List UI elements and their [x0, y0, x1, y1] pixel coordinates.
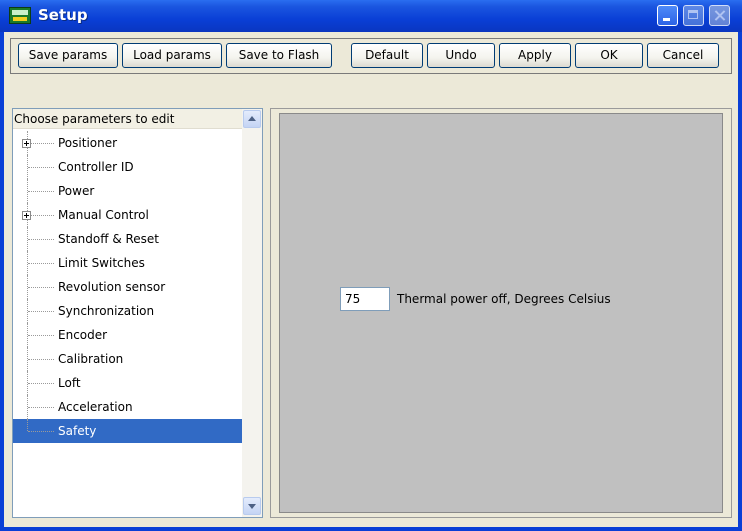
client-area: Save params Load params Save to Flash De… [4, 32, 738, 527]
parameter-tree[interactable]: Choose parameters to edit Positioner Cont… [12, 108, 263, 518]
tree-item[interactable]: Revolution sensor [13, 275, 242, 299]
tree-item-label: Controller ID [58, 160, 134, 174]
toolbar: Save params Load params Save to Flash De… [10, 38, 732, 74]
tree-item-label: Standoff & Reset [58, 232, 160, 246]
tree-connector [28, 239, 54, 240]
apply-button[interactable]: Apply [499, 43, 571, 68]
parameter-panel-frame [270, 108, 732, 518]
tree-item[interactable]: Loft [13, 371, 242, 395]
tree-item-label: Acceleration [58, 400, 133, 414]
thermal-power-off-label: Thermal power off, Degrees Celsius [397, 292, 611, 306]
tree-item-label: Calibration [58, 352, 124, 366]
scroll-down-icon[interactable] [243, 497, 261, 515]
tree-connector [28, 431, 54, 432]
tree-connector [28, 167, 54, 168]
default-button[interactable]: Default [351, 43, 423, 68]
tree-item-label: Encoder [58, 328, 108, 342]
tree-item-label: Positioner [58, 136, 118, 150]
maximize-button[interactable] [683, 5, 704, 26]
expand-icon[interactable] [22, 139, 31, 148]
tree-connector [28, 359, 54, 360]
tree-item[interactable]: Standoff & Reset [13, 227, 242, 251]
tree-item-label: Loft [58, 376, 81, 390]
minimize-button[interactable] [657, 5, 678, 26]
save-params-button[interactable]: Save params [18, 43, 118, 68]
tree-connector [27, 419, 28, 431]
tree-item[interactable]: Controller ID [13, 155, 242, 179]
title-bar[interactable]: Setup [0, 0, 742, 32]
tree-item[interactable]: Encoder [13, 323, 242, 347]
tree-item[interactable]: Positioner [13, 131, 242, 155]
window-title: Setup [38, 6, 88, 24]
load-params-button[interactable]: Load params [122, 43, 222, 68]
thermal-power-off-input[interactable]: 75 [340, 287, 390, 311]
tree-item[interactable]: Calibration [13, 347, 242, 371]
cancel-button[interactable]: Cancel [647, 43, 719, 68]
tree-item[interactable]: Acceleration [13, 395, 242, 419]
tree-connector [28, 143, 54, 144]
tree-connector [28, 407, 54, 408]
tree-connector [28, 263, 54, 264]
parameter-panel [279, 113, 723, 513]
tree-items: Positioner Controller ID Power Manual Contr… [13, 131, 242, 443]
tree-header: Choose parameters to edit [13, 109, 242, 129]
app-icon [9, 7, 31, 24]
tree-connector [28, 383, 54, 384]
tree-item-label: Limit Switches [58, 256, 145, 270]
tree-item-label: Revolution sensor [58, 280, 166, 294]
undo-button[interactable]: Undo [427, 43, 495, 68]
tree-connector [28, 311, 54, 312]
tree-item[interactable]: Safety [13, 419, 242, 443]
tree-scrollbar[interactable] [242, 109, 262, 517]
tree-item[interactable]: Manual Control [13, 203, 242, 227]
tree-connector [28, 191, 54, 192]
expand-icon[interactable] [22, 211, 31, 220]
save-to-flash-button[interactable]: Save to Flash [226, 43, 332, 68]
tree-item[interactable]: Synchronization [13, 299, 242, 323]
tree-connector [28, 335, 54, 336]
setup-window: Setup Save params Load params Save to Fl… [0, 0, 742, 531]
tree-connector [28, 215, 54, 216]
tree-item-label: Safety [58, 424, 97, 438]
ok-button[interactable]: OK [575, 43, 643, 68]
tree-connector [28, 287, 54, 288]
tree-item[interactable]: Power [13, 179, 242, 203]
scroll-up-icon[interactable] [243, 110, 261, 128]
tree-item[interactable]: Limit Switches [13, 251, 242, 275]
close-button[interactable] [709, 5, 730, 26]
tree-item-label: Power [58, 184, 95, 198]
tree-item-label: Manual Control [58, 208, 149, 222]
tree-item-label: Synchronization [58, 304, 155, 318]
